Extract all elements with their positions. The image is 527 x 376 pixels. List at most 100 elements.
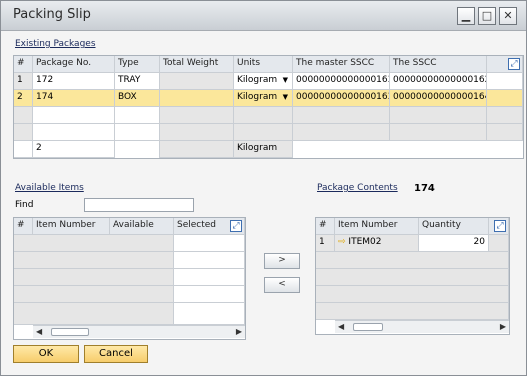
item-number-cell[interactable]: ⇨ ITEM02 — [335, 235, 419, 252]
move-left-button[interactable]: < — [264, 277, 300, 293]
blank-cell — [487, 90, 523, 107]
expand-icon[interactable]: ⤢ — [230, 220, 242, 232]
title-bar: Packing Slip ▁ □ ✕ — [1, 1, 526, 31]
row-number[interactable]: 1 — [14, 73, 33, 90]
column-header-type[interactable]: Type — [115, 56, 160, 73]
units-dropdown[interactable]: Kilogram ▼ — [234, 90, 293, 107]
empty-cell[interactable] — [115, 107, 160, 124]
empty-cell — [293, 107, 390, 124]
window-title: Packing Slip — [13, 7, 91, 22]
dropdown-arrow-icon[interactable]: ▼ — [283, 93, 288, 101]
dropdown-arrow-icon[interactable]: ▼ — [283, 76, 288, 84]
link-arrow-icon[interactable]: ⇨ — [338, 237, 346, 247]
master-sscc-cell[interactable]: 000000000000001632 — [293, 73, 390, 90]
scroll-thumb[interactable] — [51, 328, 89, 336]
close-icon[interactable]: ✕ — [499, 7, 517, 25]
column-header-num[interactable]: # — [14, 218, 33, 235]
package-no-cell[interactable]: 174 — [33, 90, 115, 107]
cancel-button[interactable]: Cancel — [84, 345, 148, 363]
empty-cell — [489, 235, 509, 252]
empty-cell — [487, 124, 523, 141]
row-number[interactable]: 1 — [316, 235, 335, 252]
quantity-cell[interactable]: 20 — [419, 235, 489, 252]
column-header-available[interactable]: Available — [110, 218, 174, 235]
empty-cell — [234, 107, 293, 124]
empty-cell — [316, 303, 509, 320]
column-header-num[interactable]: # — [316, 218, 335, 235]
units-value: Kilogram — [237, 75, 278, 85]
empty-cell — [110, 303, 174, 325]
blank-cell — [487, 73, 523, 90]
expand-icon[interactable]: ⤢ — [508, 58, 520, 70]
empty-cell — [160, 107, 234, 124]
footer-units: Kilogram — [234, 141, 293, 158]
package-no-cell[interactable]: 172 — [33, 73, 115, 90]
type-cell[interactable]: TRAY — [115, 73, 160, 90]
package-contents-label[interactable]: Package Contents — [317, 183, 398, 193]
empty-cell — [14, 286, 110, 303]
minimize-icon[interactable]: ▁ — [457, 7, 475, 25]
empty-cell — [487, 107, 523, 124]
scroll-left-icon[interactable]: ◀ — [338, 322, 344, 331]
empty-cell[interactable] — [115, 124, 160, 141]
horizontal-scrollbar[interactable]: ◀ ▶ — [335, 320, 509, 333]
row-number[interactable]: 2 — [14, 90, 33, 107]
package-contents-number: 174 — [414, 183, 435, 194]
empty-cell[interactable] — [174, 235, 245, 252]
empty-cell[interactable] — [33, 124, 115, 141]
column-header-num[interactable]: # — [14, 56, 33, 73]
row-number[interactable] — [14, 124, 33, 141]
item-number-value: ITEM02 — [348, 237, 382, 247]
packing-slip-window: Packing Slip ▁ □ ✕ Existing Packages # P… — [0, 0, 527, 376]
empty-cell — [14, 303, 110, 325]
sscc-cell[interactable]: 000000000000001625 — [390, 73, 487, 90]
ok-button[interactable]: OK — [13, 345, 79, 363]
scroll-left-icon[interactable]: ◀ — [36, 327, 42, 336]
expand-icon[interactable]: ⤢ — [494, 220, 506, 232]
empty-cell[interactable] — [174, 269, 245, 286]
units-dropdown[interactable]: Kilogram ▼ — [234, 73, 293, 90]
maximize-icon[interactable]: □ — [478, 7, 496, 25]
empty-cell — [316, 286, 509, 303]
column-header-master-sscc[interactable]: The master SSCC — [293, 56, 390, 73]
existing-packages-label[interactable]: Existing Packages — [15, 39, 96, 49]
scroll-right-icon[interactable]: ▶ — [500, 322, 506, 331]
empty-cell — [316, 252, 509, 269]
column-header-package-no[interactable]: Package No. — [33, 56, 115, 73]
row-number[interactable] — [14, 107, 33, 124]
empty-cell — [14, 235, 110, 252]
existing-packages-grid: # Package No. Type Total Weight Units Th… — [13, 55, 524, 159]
empty-cell — [390, 124, 487, 141]
empty-cell[interactable] — [33, 107, 115, 124]
empty-cell — [110, 235, 174, 252]
empty-cell[interactable] — [174, 286, 245, 303]
column-header-quantity[interactable]: Quantity — [419, 218, 489, 235]
empty-cell — [14, 252, 110, 269]
column-header-item-number[interactable]: Item Number — [335, 218, 419, 235]
units-value: Kilogram — [237, 92, 278, 102]
available-items-label[interactable]: Available Items — [15, 183, 84, 193]
empty-cell — [293, 124, 390, 141]
scroll-thumb[interactable] — [353, 323, 383, 331]
column-header-total-weight[interactable]: Total Weight — [160, 56, 234, 73]
sscc-cell[interactable]: 000000000000001649 — [390, 90, 487, 107]
empty-cell — [110, 269, 174, 286]
empty-cell[interactable] — [174, 303, 245, 325]
type-cell[interactable]: BOX — [115, 90, 160, 107]
scroll-right-icon[interactable]: ▶ — [236, 327, 242, 336]
empty-cell — [316, 269, 509, 286]
find-input[interactable] — [84, 198, 194, 212]
master-sscc-cell[interactable]: 000000000000001632 — [293, 90, 390, 107]
empty-cell — [234, 124, 293, 141]
horizontal-scrollbar[interactable]: ◀ ▶ — [33, 325, 245, 338]
empty-cell[interactable] — [174, 252, 245, 269]
empty-cell — [14, 269, 110, 286]
available-items-grid: # Item Number Available Selected ⤢ ◀ ▶ — [13, 217, 246, 340]
footer-cell — [14, 141, 33, 158]
column-header-units[interactable]: Units — [234, 56, 293, 73]
column-header-sscc[interactable]: The SSCC — [390, 56, 487, 73]
move-right-button[interactable]: > — [264, 253, 300, 269]
column-header-item-number[interactable]: Item Number — [33, 218, 110, 235]
find-label: Find — [15, 200, 34, 210]
empty-cell — [390, 107, 487, 124]
